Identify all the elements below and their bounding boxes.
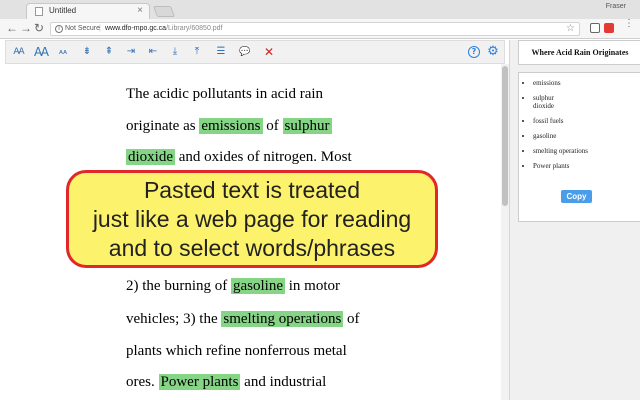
profile-name[interactable]: Fraser [606,3,626,10]
extension-red-icon[interactable] [604,23,614,33]
copy-button[interactable]: Copy [561,190,592,203]
text-fragment[interactable]: of [263,118,283,134]
width-wide-icon[interactable]: ⇤ [146,45,160,59]
scrollbar-thumb[interactable] [502,66,508,206]
line-spacing-up-icon[interactable]: ⇞ [102,45,116,59]
panel-title[interactable]: Where Acid Rain Originates [518,40,640,65]
highlight-sulphur[interactable]: sulphur [282,118,332,134]
text-line[interactable]: dioxide and oxides of nitrogen. Most [126,149,352,166]
gear-icon[interactable]: ⚙ [486,45,500,59]
list-item[interactable]: Power plants [533,162,637,170]
font-size-up-icon[interactable]: Ꜳ [34,45,49,59]
callout-line: Pasted text is treated [143,177,361,203]
text-fragment[interactable]: vehicles; 3) the [126,311,221,327]
line-spacing-down-icon[interactable]: ⇟ [80,45,94,59]
text-fragment[interactable]: ores. [126,374,159,390]
text-fragment[interactable]: originate as [126,118,199,134]
font-size-down-icon[interactable]: Ꜳ [12,45,26,59]
url-input[interactable]: i Not Secure | www.dfo-mpo.gc.ca/Library… [50,22,580,36]
bookmark-star-icon[interactable]: ☆ [566,23,575,34]
text-fragment[interactable]: 2) the burning of [126,278,231,294]
forward-arrow-icon[interactable]: → [20,21,32,35]
document-icon [35,7,43,16]
highlights-panel: Where Acid Rain Originates emissions sul… [509,40,640,400]
text-fragment[interactable]: and oxides of nitrogen. Most [175,149,352,165]
tab-close-icon[interactable]: × [137,5,143,16]
text-line[interactable]: plants which refine nonferrous metal [126,343,347,360]
text-fragment[interactable]: in motor [285,278,340,294]
comment-icon[interactable]: 💬 [238,45,252,59]
text-fragment[interactable]: The acidic pollutants in acid rain [126,86,323,102]
security-label[interactable]: Not Secure [65,25,100,32]
text-line[interactable]: 2) the burning of gasoline in motor [126,278,340,295]
text-fragment[interactable]: of [343,311,360,327]
highlight-dioxide[interactable]: dioxide [126,149,175,165]
text-line[interactable]: vehicles; 3) the smelting operations of [126,311,360,328]
list-item[interactable]: smelting operations [533,147,637,155]
highlight-emissions[interactable]: emissions [199,118,263,134]
highlight-smelting[interactable]: smelting operations [221,311,344,327]
text-line[interactable]: originate as emissions of sulphur [126,118,332,135]
delete-icon[interactable]: ✕ [262,45,276,59]
highlight-list-icon[interactable]: ☰ [214,45,228,59]
list-item[interactable]: gasoline [533,132,637,140]
help-icon[interactable]: ? [468,46,480,58]
highlight-gasoline[interactable]: gasoline [230,278,285,294]
list-item[interactable]: emissions [533,79,637,87]
text-fragment[interactable]: plants which refine nonferrous metal [126,343,347,359]
browser-tab-bar: Untitled × Fraser [0,0,640,19]
import-icon[interactable]: ⤓ [168,45,182,59]
text-small-icon[interactable]: ᴀᴀ [56,45,70,59]
browser-tab[interactable]: Untitled × [26,3,150,19]
reload-icon[interactable]: ↻ [34,21,44,35]
url-separator: | [99,25,101,32]
info-icon[interactable]: i [55,25,63,33]
list-item[interactable]: sulphur dioxide [533,94,573,110]
highlight-power-plants[interactable]: Power plants [158,374,241,390]
promo-callout: Pasted text is treated just like a web p… [66,170,438,268]
tab-title: Untitled [49,6,77,15]
address-bar-row: ← → ↻ i Not Secure | www.dfo-mpo.gc.ca/L… [0,19,640,39]
url-text[interactable]: www.dfo-mpo.gc.ca/Library/60850.pdf [105,25,223,32]
back-arrow-icon[interactable]: ← [6,21,18,35]
new-tab-button[interactable] [152,6,176,17]
text-line[interactable]: The acidic pollutants in acid rain [126,86,323,103]
url-path: /Library/60850.pdf [166,25,223,32]
callout-line: and to select words/phrases [108,235,396,261]
reader-toolbar: Ꜳ Ꜳ ᴀᴀ ⇟ ⇞ ⇥ ⇤ ⤓ ⤒ ☰ 💬 ✕ ? ⚙ [5,40,505,64]
width-narrow-icon[interactable]: ⇥ [124,45,138,59]
export-icon[interactable]: ⤒ [190,45,204,59]
text-fragment[interactable]: and industrial [240,374,326,390]
extension-icon[interactable] [590,23,600,33]
browser-menu-icon[interactable]: ⋮ [624,19,634,29]
url-host: www.dfo-mpo.gc.ca [105,25,167,32]
callout-line: just like a web page for reading [92,206,412,232]
text-line[interactable]: ores. Power plants and industrial [126,374,326,391]
list-item[interactable]: fossil fuels [533,117,637,125]
